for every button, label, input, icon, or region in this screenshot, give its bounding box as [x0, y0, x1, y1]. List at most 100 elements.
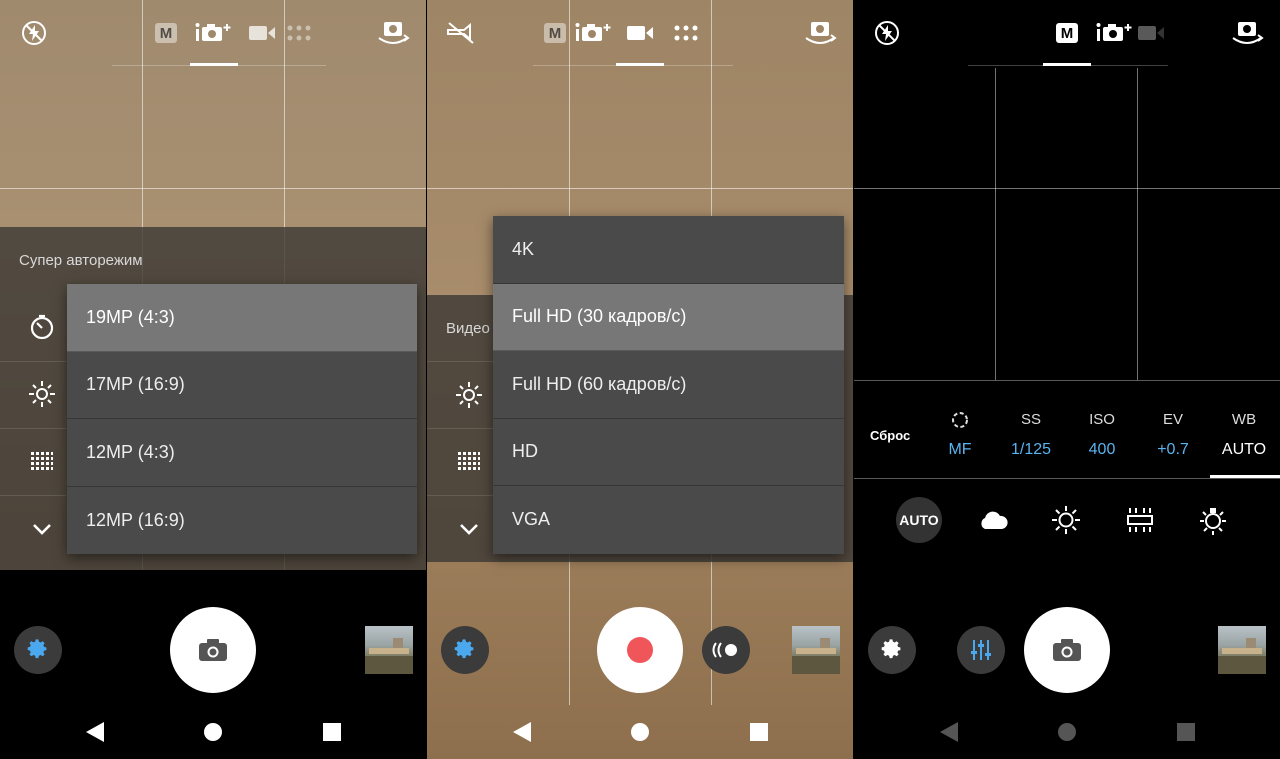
manual-mode-tab[interactable]: M: [155, 18, 177, 48]
shutter-speed-label: SS: [1020, 411, 1041, 428]
row-divider: [0, 428, 66, 429]
superior-auto-mode-tab[interactable]: [195, 18, 235, 48]
active-mode-indicator: [616, 63, 664, 66]
flash-off-icon[interactable]: [20, 18, 48, 48]
row-divider: [427, 361, 493, 362]
steadyshot-button[interactable]: [702, 626, 750, 674]
switch-camera-icon[interactable]: [803, 18, 837, 48]
screen-video: M Видео 4K Full HD (30 кадров/с) Full HD…: [427, 0, 853, 759]
superior-auto-mode-tab[interactable]: [575, 18, 615, 48]
manual-adjust-button[interactable]: [957, 626, 1005, 674]
white-balance-presets: AUTO: [854, 478, 1280, 570]
superior-auto-mode-tab[interactable]: [1096, 18, 1136, 48]
back-icon[interactable]: [938, 721, 960, 743]
resolution-option[interactable]: 12MP (4:3): [67, 419, 417, 487]
settings-button[interactable]: [441, 626, 489, 674]
wb-value: AUTO: [1221, 441, 1267, 458]
grid-line: [1137, 68, 1138, 380]
video-size-option[interactable]: HD: [493, 419, 844, 486]
video-mode-tab[interactable]: [248, 18, 276, 48]
home-icon[interactable]: [629, 721, 651, 743]
settings-button[interactable]: [14, 626, 62, 674]
manual-mode-badge: M: [155, 23, 177, 43]
recents-icon[interactable]: [1175, 721, 1197, 743]
settings-panel-title: Видео: [446, 320, 490, 337]
video-size-dropdown: 4K Full HD (30 кадров/с) Full HD (60 кад…: [493, 216, 844, 554]
more-modes-icon[interactable]: [674, 18, 698, 48]
nav-bar: [854, 705, 1280, 759]
switch-camera-icon[interactable]: [1230, 18, 1264, 48]
video-size-option[interactable]: Full HD (60 кадров/с): [493, 351, 844, 419]
cloudy-icon[interactable]: [970, 497, 1016, 543]
home-icon[interactable]: [1056, 721, 1078, 743]
recents-icon[interactable]: [321, 721, 343, 743]
top-bar: M: [854, 0, 1280, 68]
nav-bar: [0, 705, 426, 759]
chevron-down-icon[interactable]: [26, 513, 58, 545]
grid-line: [995, 68, 996, 380]
switch-camera-icon[interactable]: [376, 18, 410, 48]
manual-controls-row: Сброс MF SS 1/125 ISO 400 EV +0.7 WB AUT…: [854, 380, 1280, 478]
camera-icon: [199, 639, 227, 661]
resolution-option[interactable]: 19MP (4:3): [67, 284, 417, 352]
grid-line: [0, 188, 426, 189]
resolution-option[interactable]: 17MP (16:9): [67, 352, 417, 419]
gallery-thumbnail[interactable]: [365, 626, 413, 674]
video-mode-tab[interactable]: [626, 18, 654, 48]
focus-icon: [924, 411, 996, 433]
focus-control[interactable]: MF: [924, 381, 996, 479]
camera-icon: [1053, 639, 1081, 661]
video-mode-tab[interactable]: [1137, 18, 1165, 48]
grid-line: [427, 188, 853, 189]
video-size-option[interactable]: VGA: [493, 486, 844, 554]
fluorescent-icon[interactable]: [1117, 497, 1163, 543]
more-modes-icon[interactable]: [287, 18, 311, 48]
shutter-button[interactable]: [1024, 607, 1110, 693]
top-bar: M: [427, 0, 853, 68]
steadyshot-icon: [712, 642, 737, 658]
settings-button[interactable]: [868, 626, 916, 674]
back-icon[interactable]: [84, 721, 106, 743]
row-divider: [0, 361, 66, 362]
manual-mode-badge: M: [544, 23, 566, 43]
reset-button[interactable]: Сброс: [870, 428, 910, 443]
wb-auto-button[interactable]: AUTO: [896, 497, 942, 543]
shutter-button[interactable]: [170, 607, 256, 693]
video-size-option[interactable]: 4K: [493, 216, 844, 284]
recents-icon[interactable]: [748, 721, 770, 743]
active-mode-indicator: [1043, 63, 1091, 66]
grid-icon[interactable]: [453, 445, 485, 477]
manual-mode-tab[interactable]: M: [1056, 18, 1078, 48]
wb-label: WB: [1231, 411, 1257, 428]
resolution-dropdown: 19MP (4:3) 17MP (16:9) 12MP (4:3) 12MP (…: [67, 284, 417, 554]
resolution-option[interactable]: 12MP (16:9): [67, 487, 417, 555]
ev-control[interactable]: EV +0.7: [1137, 381, 1209, 479]
manual-mode-badge: M: [1056, 23, 1078, 43]
back-icon[interactable]: [511, 721, 533, 743]
daylight-icon[interactable]: [1043, 497, 1089, 543]
chevron-down-icon[interactable]: [453, 513, 485, 545]
iso-control[interactable]: ISO 400: [1066, 381, 1138, 479]
shutter-speed-control[interactable]: SS 1/125: [995, 381, 1067, 479]
flash-off-icon[interactable]: [873, 18, 901, 48]
brightness-icon[interactable]: [453, 379, 485, 411]
grid-icon[interactable]: [26, 445, 58, 477]
home-icon[interactable]: [202, 721, 224, 743]
incandescent-icon[interactable]: [1190, 497, 1236, 543]
light-off-icon[interactable]: [445, 18, 477, 48]
manual-mode-tab[interactable]: M: [544, 18, 566, 48]
grid-line: [854, 188, 1280, 189]
brightness-icon[interactable]: [26, 378, 58, 410]
record-icon: [627, 637, 653, 663]
self-timer-icon[interactable]: [26, 311, 58, 343]
wb-control[interactable]: WB AUTO: [1208, 381, 1280, 479]
record-button[interactable]: [597, 607, 683, 693]
gallery-thumbnail[interactable]: [792, 626, 840, 674]
iso-value: 400: [1088, 441, 1116, 458]
gear-icon: [454, 639, 474, 659]
ev-value: +0.7: [1157, 441, 1189, 458]
row-divider: [0, 495, 66, 496]
video-size-option[interactable]: Full HD (30 кадров/с): [493, 283, 844, 351]
gallery-thumbnail[interactable]: [1218, 626, 1266, 674]
row-divider: [427, 495, 493, 496]
